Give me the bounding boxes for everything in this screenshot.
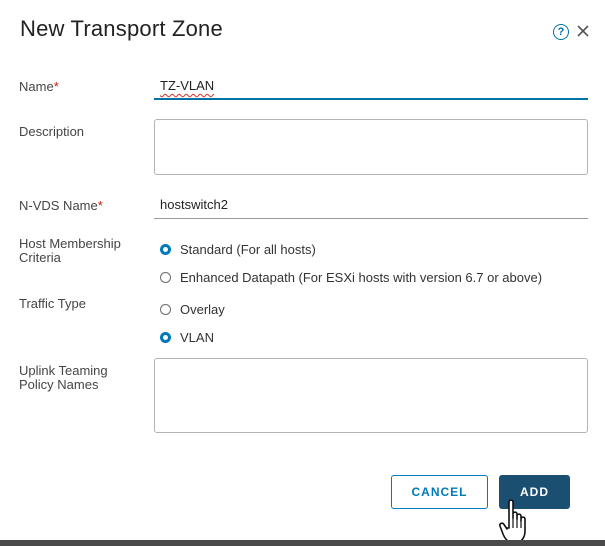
- description-label: Description: [19, 124, 85, 139]
- nvds-name-input-value: hostswitch2: [160, 197, 228, 212]
- question-circle-icon[interactable]: ?: [553, 24, 569, 40]
- nvds-name-input[interactable]: hostswitch2: [154, 193, 588, 219]
- radio-overlay-label: Overlay: [180, 301, 225, 317]
- required-marker: *: [53, 79, 59, 94]
- traffic-type-label: Traffic Type: [19, 296, 86, 311]
- name-input[interactable]: TZ-VLAN: [154, 74, 588, 100]
- radio-vlan-label: VLAN: [180, 329, 214, 345]
- host-membership-label: Host Membership Criteria: [19, 236, 121, 265]
- radio-standard-label: Standard (For all hosts): [180, 241, 316, 257]
- new-transport-zone-dialog: New Transport Zone ? Name* TZ-VLAN Descr…: [0, 0, 605, 544]
- required-marker: *: [97, 198, 103, 213]
- radio-standard[interactable]: Standard (For all hosts): [160, 241, 316, 257]
- uplink-teaming-textarea[interactable]: [154, 358, 588, 433]
- radio-unchecked-icon[interactable]: [160, 271, 171, 283]
- radio-checked-icon[interactable]: [160, 331, 171, 343]
- bottom-bar: [0, 540, 605, 546]
- hand-pointer-cursor: [499, 499, 526, 544]
- radio-unchecked-icon[interactable]: [160, 303, 171, 315]
- name-input-value: TZ-VLAN: [160, 78, 215, 93]
- nvds-name-label: N-VDS Name*: [19, 198, 103, 213]
- radio-enhanced-datapath-label: Enhanced Datapath (For ESXi hosts with v…: [180, 269, 543, 285]
- radio-enhanced-datapath[interactable]: Enhanced Datapath (For ESXi hosts with v…: [160, 269, 542, 285]
- name-label: Name*: [19, 79, 59, 94]
- radio-overlay[interactable]: Overlay: [160, 301, 225, 317]
- radio-checked-icon[interactable]: [160, 243, 171, 255]
- cancel-button[interactable]: CANCEL: [391, 475, 488, 509]
- dialog-title: New Transport Zone: [20, 16, 223, 41]
- uplink-teaming-label: Uplink Teaming Policy Names: [19, 363, 108, 392]
- close-icon[interactable]: [576, 24, 590, 38]
- radio-vlan[interactable]: VLAN: [160, 329, 214, 345]
- description-textarea[interactable]: [154, 119, 588, 175]
